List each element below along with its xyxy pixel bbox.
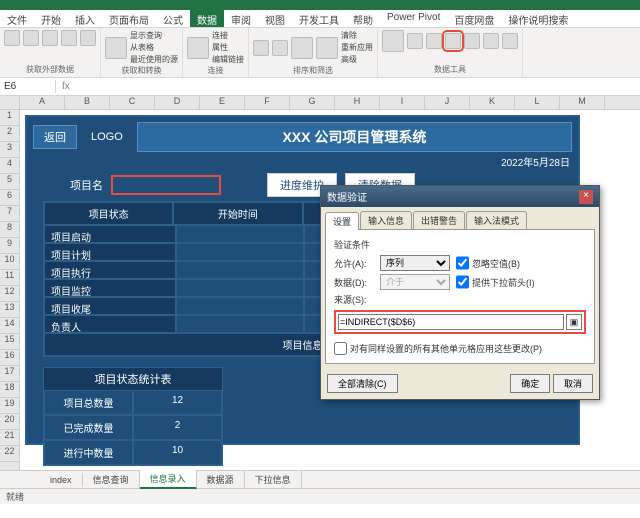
cond-label: 验证条件 bbox=[334, 238, 586, 251]
data-validation-dialog: 数据验证 × 设置 输入信息 出错警告 输入法模式 验证条件 允许(A): 序列… bbox=[320, 185, 600, 400]
allow-label: 允许(A): bbox=[334, 257, 374, 270]
stats-table: 项目状态统计表 项目总数量12 已完成数量2 进行中数量10 bbox=[43, 367, 223, 466]
row-headers: 12345678910111213141516171819202122 bbox=[0, 110, 20, 470]
ok-button[interactable]: 确定 bbox=[510, 374, 550, 393]
data-model-icon[interactable] bbox=[502, 33, 518, 49]
col-start: 开始时间 bbox=[173, 202, 302, 225]
label-project-name: 项目名 bbox=[43, 177, 103, 193]
sheet-tabs: index 信息查询 信息录入 数据源 下拉信息 bbox=[0, 470, 640, 488]
refresh-all-icon[interactable] bbox=[187, 37, 209, 59]
data-select: 介于 bbox=[380, 274, 450, 290]
consolidate-icon[interactable] bbox=[464, 33, 480, 49]
chk-blank[interactable] bbox=[456, 255, 469, 271]
data-label: 数据(D): bbox=[334, 276, 374, 289]
tab-file[interactable]: 文件 bbox=[0, 10, 34, 27]
tab-developer[interactable]: 开发工具 bbox=[292, 10, 346, 27]
source-input[interactable] bbox=[338, 314, 564, 330]
web-icon[interactable] bbox=[23, 30, 39, 46]
tab-home[interactable]: 开始 bbox=[34, 10, 68, 27]
tab-formulas[interactable]: 公式 bbox=[156, 10, 190, 27]
app-title: XXX 公司项目管理系统 bbox=[137, 122, 572, 152]
remove-dup-icon[interactable] bbox=[426, 33, 442, 49]
status-bar: 就绪 bbox=[0, 488, 640, 504]
source-label: 来源(S): bbox=[334, 293, 586, 306]
other-sources-icon[interactable] bbox=[61, 30, 77, 46]
sort-za-icon[interactable] bbox=[272, 40, 288, 56]
ribbon: 获取外部数据 显示查询 从表格 最近使用的源 获取和转换 连接 属性 编辑链接 … bbox=[0, 28, 640, 78]
sheet-tab-dropdown[interactable]: 下拉信息 bbox=[245, 471, 302, 488]
project-name-input[interactable] bbox=[111, 175, 221, 195]
flash-fill-icon[interactable] bbox=[407, 33, 423, 49]
text-icon[interactable] bbox=[42, 30, 58, 46]
dialog-titlebar[interactable]: 数据验证 × bbox=[321, 186, 599, 207]
range-picker-icon[interactable]: ▣ bbox=[566, 314, 582, 330]
ribbon-group-sortfilter: 清除 重新应用 高级 排序和筛选 bbox=[249, 28, 378, 77]
tab-view[interactable]: 视图 bbox=[258, 10, 292, 27]
chk-dropdown[interactable] bbox=[456, 274, 469, 290]
ribbon-group-datatools: 数据工具 bbox=[378, 28, 523, 77]
tab-review[interactable]: 审阅 bbox=[224, 10, 258, 27]
cells-area[interactable]: 返回 LOGO XXX 公司项目管理系统 2022年5月28日 项目名 进度维护… bbox=[20, 110, 640, 470]
allow-select[interactable]: 序列 bbox=[380, 255, 450, 271]
access-icon[interactable] bbox=[4, 30, 20, 46]
filter-icon[interactable] bbox=[316, 37, 338, 59]
sheet-tab-source[interactable]: 数据源 bbox=[197, 471, 245, 488]
data-validation-icon[interactable] bbox=[445, 33, 461, 49]
dialog-title: 数据验证 bbox=[327, 189, 367, 204]
tab-data[interactable]: 数据 bbox=[190, 10, 224, 27]
text-to-columns-icon[interactable] bbox=[382, 30, 404, 52]
tab-help[interactable]: 帮助 bbox=[346, 10, 380, 27]
return-button[interactable]: 返回 bbox=[33, 125, 77, 149]
logo: LOGO bbox=[83, 128, 131, 146]
ribbon-tabs: 文件 开始 插入 页面布局 公式 数据 审阅 视图 开发工具 帮助 Power … bbox=[0, 10, 640, 28]
worksheet: 12345678910111213141516171819202122 返回 L… bbox=[0, 110, 640, 470]
dlg-tab-ime[interactable]: 输入法模式 bbox=[466, 211, 527, 229]
source-row: ▣ bbox=[334, 310, 586, 334]
ribbon-group-external: 获取外部数据 bbox=[0, 28, 101, 77]
sheet-tab-index[interactable]: index bbox=[40, 473, 83, 487]
tab-baidu[interactable]: 百度网盘 bbox=[447, 10, 501, 27]
sort-icon[interactable] bbox=[291, 37, 313, 59]
ribbon-group-connections: 连接 属性 编辑链接 连接 bbox=[183, 28, 249, 77]
chk-apply-all[interactable] bbox=[334, 342, 347, 355]
name-box[interactable]: E6 bbox=[0, 80, 56, 93]
sheet-tab-query[interactable]: 信息查询 bbox=[83, 471, 140, 488]
formula-bar: E6 fx bbox=[0, 78, 640, 96]
existing-conn-icon[interactable] bbox=[80, 30, 96, 46]
formula-input[interactable] bbox=[76, 86, 640, 88]
sort-az-icon[interactable] bbox=[253, 40, 269, 56]
new-query-icon[interactable] bbox=[105, 37, 127, 59]
cancel-button[interactable]: 取消 bbox=[553, 374, 593, 393]
dlg-tab-input[interactable]: 输入信息 bbox=[360, 211, 412, 229]
dlg-tab-error[interactable]: 出错警告 bbox=[413, 211, 465, 229]
tab-pagelayout[interactable]: 页面布局 bbox=[102, 10, 156, 27]
close-icon[interactable]: × bbox=[579, 190, 593, 204]
col-status: 项目状态 bbox=[44, 202, 173, 225]
relationships-icon[interactable] bbox=[483, 33, 499, 49]
tab-tellme[interactable]: 操作说明搜索 bbox=[501, 10, 575, 27]
stats-title: 项目状态统计表 bbox=[44, 368, 222, 390]
tab-insert[interactable]: 插入 bbox=[68, 10, 102, 27]
clear-all-button[interactable]: 全部清除(C) bbox=[327, 374, 398, 393]
fx-icon[interactable]: fx bbox=[56, 81, 76, 92]
app-date: 2022年5月28日 bbox=[35, 154, 570, 169]
dlg-tab-settings[interactable]: 设置 bbox=[325, 212, 359, 230]
ribbon-group-transform: 显示查询 从表格 最近使用的源 获取和转换 bbox=[101, 28, 183, 77]
tab-powerpivot[interactable]: Power Pivot bbox=[380, 10, 447, 27]
window-titlebar bbox=[0, 0, 640, 10]
column-headers: A B C D E F G H I J K L M bbox=[0, 96, 640, 110]
sheet-tab-entry[interactable]: 信息录入 bbox=[140, 470, 197, 489]
